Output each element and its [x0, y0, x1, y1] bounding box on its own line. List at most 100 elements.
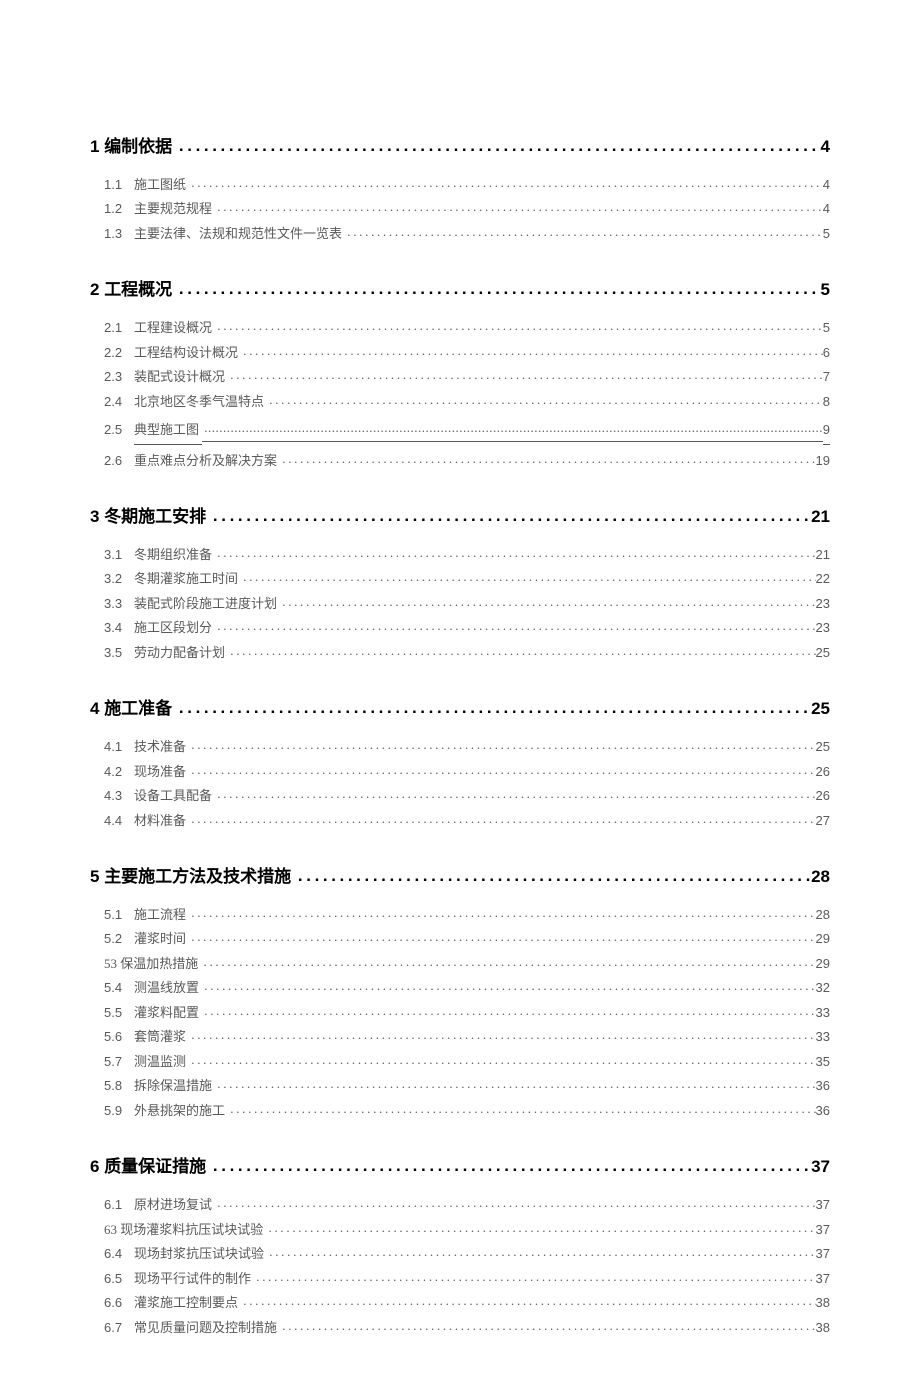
toc-section-heading[interactable]: 6 质量保证措施 37	[90, 1155, 830, 1179]
toc-subsection[interactable]: 5.5灌浆料配置 33	[104, 1001, 830, 1026]
toc-subsection[interactable]: 2.3装配式设计概况 7	[104, 365, 830, 390]
toc-subsection-title: 测温监测	[134, 1050, 189, 1075]
toc-leader-dots	[177, 134, 821, 158]
toc-leader-dots	[296, 864, 811, 888]
toc-subsection-number: 2.2	[104, 341, 134, 366]
toc-section-heading[interactable]: 3 冬期施工安排 21	[90, 505, 830, 529]
toc-subsection[interactable]: 3.1冬期组织准备 21	[104, 543, 830, 568]
toc-subsection-page: 29	[816, 952, 830, 977]
toc-subsection[interactable]: 6.7常见质量问题及控制措施 38	[104, 1316, 830, 1341]
toc-subsection[interactable]: 53 保温加热措施 29	[104, 952, 830, 977]
toc-subsection[interactable]: 5.9外悬挑架的施工 36	[104, 1099, 830, 1124]
toc-subsection[interactable]: 1.3主要法律、法规和规范性文件一览表 5	[104, 222, 830, 247]
toc-subsection[interactable]: 4.2现场准备 26	[104, 760, 830, 785]
toc-section-heading[interactable]: 1 编制依据 4	[90, 135, 830, 159]
toc-subsection[interactable]: 3.2冬期灌浆施工时间 22	[104, 567, 830, 592]
toc-subsection-number: 6.6	[104, 1291, 134, 1316]
toc-subsection-page: 37	[816, 1193, 830, 1218]
toc-subsection[interactable]: 2.2工程结构设计概况 6	[104, 341, 830, 366]
toc-subsection[interactable]: 63 现场灌浆料抗压试块试验 37	[104, 1218, 830, 1243]
toc-subsection-title: 工程建设概况	[134, 316, 215, 341]
toc-subsection-number: 4.4	[104, 809, 134, 834]
toc-subsection[interactable]: 6.4现场封浆抗压试块试验 37	[104, 1242, 830, 1267]
toc-subsection-page: 28	[816, 903, 830, 928]
toc-subsection-number: 3.5	[104, 641, 134, 666]
toc-subsection[interactable]: 5.8拆除保温措施 36	[104, 1074, 830, 1099]
toc-subsection-page: 26	[816, 760, 830, 785]
toc-subsection-number: 1.3	[104, 222, 134, 247]
toc-subsection-title: 原材进场复试	[134, 1193, 215, 1218]
toc-section-page: 37	[811, 1155, 830, 1179]
toc-leader-dots	[177, 696, 811, 720]
toc-subsection-title: 常见质量问题及控制措施	[134, 1316, 280, 1341]
toc-section-title: 编制依据	[104, 135, 177, 159]
toc-subsection-title: 现场封浆抗压试块试验	[134, 1242, 267, 1267]
toc-subsection-page: 25	[816, 641, 830, 666]
toc-subsection-title: 装配式阶段施工进度计划	[134, 592, 280, 617]
toc-subsection[interactable]: 2.6重点难点分析及解决方案 19	[104, 449, 830, 474]
toc-subsection[interactable]: 6.1原材进场复试 37	[104, 1193, 830, 1218]
toc-subsection[interactable]: 2.4北京地区冬季气温特点 8	[104, 390, 830, 415]
toc-subsection-page: 19	[816, 449, 830, 474]
toc-subsection[interactable]: 1.1施工图纸 4	[104, 173, 830, 198]
toc-leader-dots	[189, 758, 815, 783]
toc-leader-dots	[228, 363, 823, 388]
toc-section-title: 主要施工方法及技术措施	[104, 865, 296, 889]
toc-subsection-page: 22	[816, 567, 830, 592]
toc-subsection-title: 冬期灌浆施工时间	[134, 567, 241, 592]
toc-section-heading[interactable]: 2 工程概况 5	[90, 278, 830, 302]
toc-subsection[interactable]: 3.4施工区段划分 23	[104, 616, 830, 641]
toc-leader-dots	[241, 339, 823, 364]
toc-subsection[interactable]: 5.6套筒灌浆 33	[104, 1025, 830, 1050]
toc-subsection-title: 灌浆料配置	[134, 1001, 202, 1026]
toc-section-heading[interactable]: 4 施工准备 25	[90, 697, 830, 721]
toc-section-title: 工程概况	[104, 278, 177, 302]
toc-leader-dots	[215, 1072, 815, 1097]
toc-section-heading[interactable]: 5 主要施工方法及技术措施 28	[90, 865, 830, 889]
toc-subsection[interactable]: 2.1工程建设概况 5	[104, 316, 830, 341]
toc-subsection-page: 33	[816, 1001, 830, 1026]
toc-section-page: 4	[821, 135, 830, 159]
toc-leader-dots	[267, 388, 823, 413]
toc-subsection[interactable]: 3.5劳动力配备计划 25	[104, 641, 830, 666]
toc-section-number: 3	[90, 505, 104, 529]
toc-subsection[interactable]: 6.6灌浆施工控制要点 38	[104, 1291, 830, 1316]
toc-subsection-title: 冬期组织准备	[134, 543, 215, 568]
toc-leader-dots	[267, 1216, 816, 1241]
toc-leader-dots	[228, 1097, 815, 1122]
toc-subsection[interactable]: 4.1技术准备 25	[104, 735, 830, 760]
toc-subsection[interactable]: 5.4测温线放置 32	[104, 976, 830, 1001]
toc-subsection[interactable]: 6.5现场平行试件的制作 37	[104, 1267, 830, 1292]
toc-section-title: 质量保证措施	[104, 1155, 211, 1179]
toc-subsection-title: 测温线放置	[134, 976, 202, 1001]
toc-subsection-page: 37	[816, 1267, 830, 1292]
toc-leader-dots	[254, 1265, 815, 1290]
toc-leader-dots	[215, 782, 815, 807]
toc-subsection-number: 5.6	[104, 1025, 134, 1050]
toc-subsection[interactable]: 4.4材料准备 27	[104, 809, 830, 834]
toc-section-title: 施工准备	[104, 697, 177, 721]
toc-subsection-number: 4.1	[104, 735, 134, 760]
toc-subsection[interactable]: 5.1施工流程 28	[104, 903, 830, 928]
toc-leader-dots	[189, 807, 815, 832]
toc-subsection[interactable]: 3.3装配式阶段施工进度计划 23	[104, 592, 830, 617]
toc-leader-dots	[215, 314, 823, 339]
toc-leader-dots	[241, 1289, 815, 1314]
toc-subsection[interactable]: 5.7测温监测 35	[104, 1050, 830, 1075]
toc-subsection-page: 8	[823, 390, 830, 415]
toc-subsection-title: 施工区段划分	[134, 616, 215, 641]
toc-subsection-title: 技术准备	[134, 735, 189, 760]
toc-subsection-title: 主要法律、法规和规范性文件一览表	[134, 222, 345, 247]
toc-leader-dots	[189, 901, 815, 926]
toc-subsection-page: 38	[816, 1291, 830, 1316]
toc-subsection[interactable]: 2.5典型施工图 9	[104, 418, 830, 445]
toc-subsection-title: 施工图纸	[134, 173, 189, 198]
toc-leader-dots	[202, 974, 815, 999]
toc-subsection[interactable]: 5.2灌浆时间 29	[104, 927, 830, 952]
toc-subsection[interactable]: 1.2主要规范规程 4	[104, 197, 830, 222]
toc-subsection-number: 2.1	[104, 316, 134, 341]
toc-subsection-page: 36	[816, 1074, 830, 1099]
toc-section-number: 2	[90, 278, 104, 302]
toc-leader-dots	[345, 220, 823, 245]
toc-subsection[interactable]: 4.3设备工具配备 26	[104, 784, 830, 809]
